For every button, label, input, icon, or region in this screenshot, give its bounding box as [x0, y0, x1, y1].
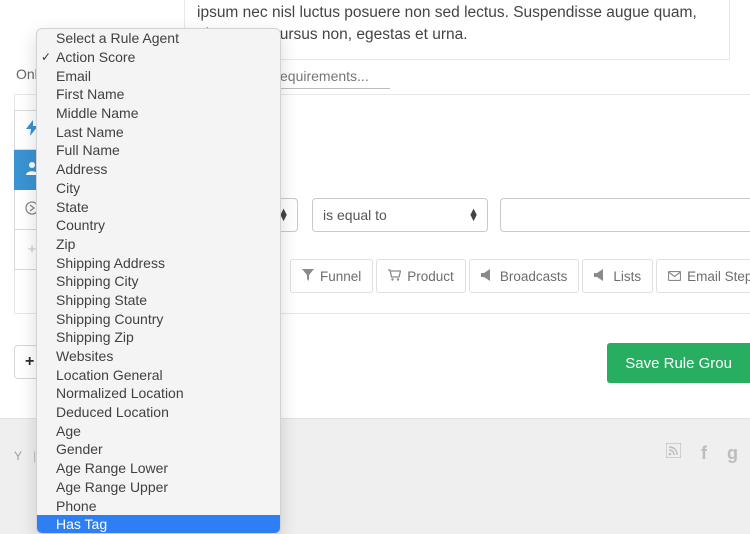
- requirements-input[interactable]: [280, 66, 390, 89]
- app-canvas: ipsum nec nisl luctus posuere non sed le…: [0, 0, 750, 534]
- value-input[interactable]: [500, 198, 750, 232]
- dropdown-item[interactable]: Last Name: [37, 122, 280, 141]
- dropdown-item[interactable]: Normalized Location: [37, 384, 280, 403]
- footer-social: f g: [666, 443, 738, 464]
- dropdown-item[interactable]: Shipping Zip: [37, 328, 280, 347]
- dropdown-item[interactable]: Action Score: [37, 48, 280, 67]
- chip-label: Email Step: [687, 269, 750, 284]
- dropdown-item[interactable]: Shipping City: [37, 272, 280, 291]
- dropdown-item[interactable]: Deduced Location: [37, 403, 280, 422]
- cart-icon: [388, 269, 401, 284]
- save-rule-group-button[interactable]: Save Rule Grou: [607, 343, 750, 383]
- operator-value: is equal to: [323, 207, 387, 223]
- dropdown-item[interactable]: Has Tag: [37, 515, 280, 534]
- chip-label: Product: [407, 269, 454, 284]
- chip-funnel[interactable]: Funnel: [290, 259, 373, 293]
- chip-lists[interactable]: Lists: [582, 259, 653, 293]
- plus-icon: +: [25, 353, 34, 371]
- dropdown-item[interactable]: State: [37, 197, 280, 216]
- dropdown-item[interactable]: Shipping Address: [37, 253, 280, 272]
- funnel-icon: [302, 269, 314, 284]
- rss-icon[interactable]: [666, 443, 681, 464]
- dropdown-item[interactable]: Zip: [37, 235, 280, 254]
- dropdown-item[interactable]: Full Name: [37, 141, 280, 160]
- dropdown-item[interactable]: Age Range Lower: [37, 459, 280, 478]
- dropdown-item[interactable]: Select a Rule Agent: [37, 29, 280, 48]
- dropdown-item[interactable]: Shipping Country: [37, 309, 280, 328]
- chip-label: Funnel: [320, 269, 361, 284]
- chip-email-step[interactable]: Email Step: [656, 259, 750, 293]
- dropdown-item[interactable]: Phone: [37, 496, 280, 515]
- google-plus-icon[interactable]: g: [727, 443, 738, 464]
- facebook-icon[interactable]: f: [701, 443, 707, 464]
- dropdown-item[interactable]: Country: [37, 216, 280, 235]
- envelope-icon: [668, 269, 681, 284]
- dropdown-item[interactable]: Websites: [37, 347, 280, 366]
- dropdown-item[interactable]: Gender: [37, 440, 280, 459]
- dropdown-item[interactable]: Address: [37, 160, 280, 179]
- dropdown-item[interactable]: Middle Name: [37, 104, 280, 123]
- updown-icon: ▲▼: [468, 209, 479, 221]
- operator-select[interactable]: is equal to ▲▼: [312, 198, 488, 232]
- chip-label: Lists: [613, 269, 641, 284]
- dropdown-item[interactable]: Shipping State: [37, 291, 280, 310]
- dropdown-item[interactable]: Age Range Upper: [37, 478, 280, 497]
- broadcast-icon: [481, 269, 494, 284]
- chip-product[interactable]: Product: [376, 259, 466, 293]
- dropdown-item[interactable]: Location General: [37, 365, 280, 384]
- dropdown-item[interactable]: Email: [37, 66, 280, 85]
- chip-label: Broadcasts: [500, 269, 568, 284]
- footer-policy-fragment: Y: [14, 449, 23, 463]
- dropdown-item[interactable]: First Name: [37, 85, 280, 104]
- rule-agent-dropdown[interactable]: Select a Rule AgentAction ScoreEmailFirs…: [36, 28, 281, 534]
- dropdown-item[interactable]: Age: [37, 421, 280, 440]
- chip-broadcasts[interactable]: Broadcasts: [469, 259, 580, 293]
- dropdown-item[interactable]: City: [37, 179, 280, 198]
- lists-icon: [594, 269, 607, 284]
- filter-chip-row: Funnel Product Broadcasts Lists Email St…: [290, 259, 750, 293]
